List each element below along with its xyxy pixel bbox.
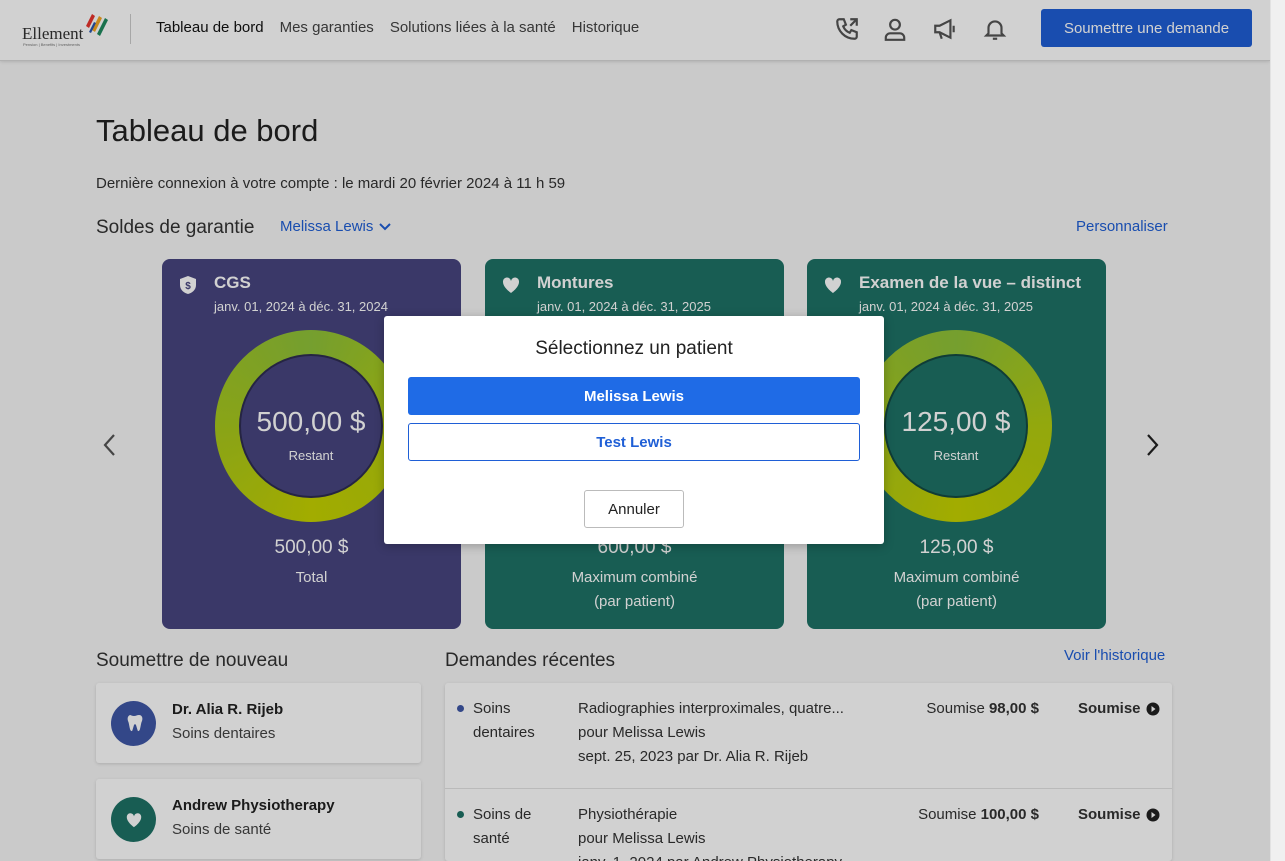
select-patient-modal: Sélectionnez un patient Melissa Lewis Te…	[384, 316, 884, 544]
patient-option-melissa-lewis[interactable]: Melissa Lewis	[408, 377, 860, 415]
page-scrollbar[interactable]	[1270, 0, 1285, 861]
modal-title: Sélectionnez un patient	[535, 338, 733, 359]
patient-option-test-lewis[interactable]: Test Lewis	[408, 423, 860, 461]
cancel-button[interactable]: Annuler	[584, 490, 684, 528]
